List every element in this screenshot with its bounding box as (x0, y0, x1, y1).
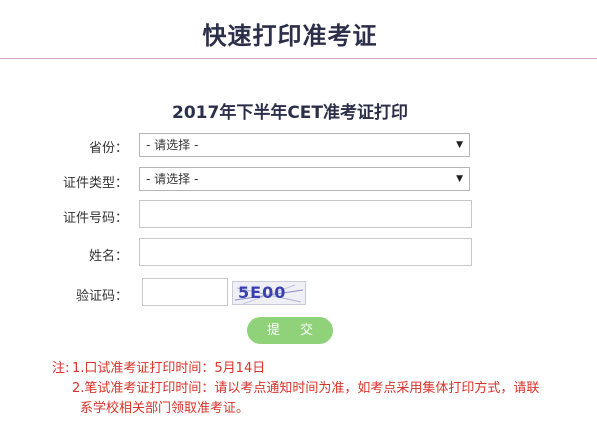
name-input[interactable] (139, 238, 472, 266)
dropdown-arrow-icon: ▼ (456, 140, 463, 150)
province-label: 省份： (88, 141, 128, 156)
captcha-image[interactable]: 5E00 (232, 281, 306, 305)
province-select-value: - 请选择 - (146, 138, 199, 152)
form-title: 2017年下半年CET准考证打印 (172, 103, 408, 123)
id-type-select[interactable]: - 请选择 - ▼ (139, 167, 470, 191)
note-prefix: 注: (52, 361, 70, 376)
captcha-label: 验证码： (75, 289, 128, 304)
submit-button[interactable]: 提 交 (247, 317, 333, 344)
header-divider (0, 58, 597, 59)
id-number-input[interactable] (139, 200, 472, 228)
captcha-input[interactable] (142, 278, 228, 306)
note-line-1: 1.口试准考证打印时间：5月14日 (72, 361, 266, 376)
note-line-2: 2.笔试准考证打印时间：请以考点通知时间为准，如考点采用集体打印方式，请联 (72, 381, 540, 396)
page-title: 快速打印准考证 (202, 22, 378, 50)
id-type-select-value: - 请选择 - (146, 172, 199, 186)
captcha-image-text: 5E00 (238, 283, 287, 302)
name-label: 姓名： (88, 249, 128, 264)
province-select[interactable]: - 请选择 - ▼ (139, 133, 470, 157)
id-number-label: 证件号码： (62, 211, 128, 226)
id-type-label: 证件类型： (62, 176, 128, 191)
note-line-3: 系学校相关部门领取准考证。 (80, 401, 250, 416)
dropdown-arrow-icon: ▼ (456, 174, 463, 184)
